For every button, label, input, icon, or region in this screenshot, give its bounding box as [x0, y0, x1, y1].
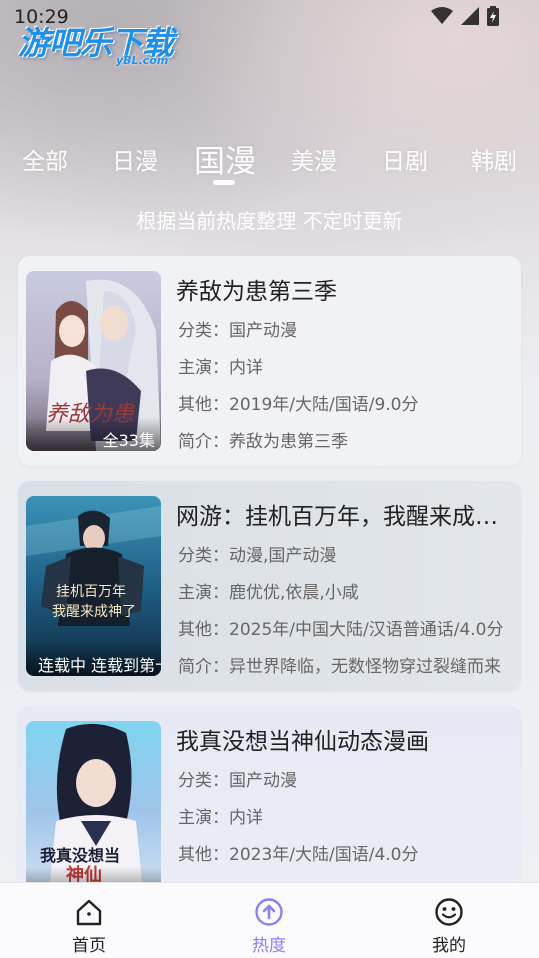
nav-home-label: 首页 — [72, 936, 106, 956]
logo-subtext: yBL.com — [116, 54, 169, 67]
card-intro: 简介：异世界降临，无数怪物穿过裂缝而来 — [178, 657, 501, 677]
card-category: 分类：国产动漫 — [178, 321, 297, 341]
smile-icon — [435, 898, 463, 926]
card-category: 分类：国产动漫 — [178, 771, 297, 791]
tab-all[interactable]: 全部 — [22, 142, 68, 176]
wifi-icon — [431, 7, 453, 24]
tab-korean-drama[interactable]: 韩剧 — [471, 142, 517, 176]
episode-badge: 全33集 — [26, 417, 161, 451]
signal-icon — [461, 7, 479, 25]
anime-card[interactable]: 养敌为患 全33集 养敌为患第三季 分类：国产动漫 主演：内详 其他：2019年… — [18, 256, 521, 466]
card-cast: 主演：内详 — [178, 358, 263, 378]
battery-icon — [487, 6, 499, 26]
card-other: 其他：2019年/大陆/国语/9.0分 — [178, 395, 419, 415]
page-subtitle: 根据当前热度整理 不定时更新 — [136, 209, 403, 233]
tab-american-anime[interactable]: 美漫 — [291, 142, 337, 176]
card-title: 我真没想当神仙动态漫画 — [176, 729, 429, 755]
svg-text:我醒来成神了: 我醒来成神了 — [52, 604, 136, 620]
card-cast: 主演：内详 — [178, 808, 263, 828]
card-title: 养敌为患第三季 — [176, 279, 337, 305]
home-icon — [76, 899, 102, 926]
card-other: 其他：2025年/中国大陆/汉语普通话/4.0分 — [178, 620, 504, 640]
card-other: 其他：2023年/大陆/国语/4.0分 — [178, 845, 419, 865]
card-title: 网游：挂机百万年，我醒来成神了 — [176, 504, 511, 530]
nav-hot-label: 热度 — [252, 936, 286, 956]
tab-chinese-anime[interactable]: 国漫 — [194, 136, 256, 181]
bottom-navigation: 首页 热度 我的 — [0, 882, 539, 958]
nav-mine[interactable]: 我的 — [409, 897, 489, 956]
poster-image: 挂机百万年 我醒来成神了 连载中 连载到第十集 — [26, 496, 161, 676]
category-tabs: 全部 日漫 国漫 美漫 日剧 韩剧 — [0, 132, 539, 192]
poster-image: 我真没想当 神仙 全102集 — [26, 721, 161, 901]
nav-mine-label: 我的 — [432, 936, 466, 956]
nav-home[interactable]: 首页 — [49, 897, 129, 956]
status-icons — [431, 6, 499, 26]
card-cast: 主演：鹿优优,依晨,小咸 — [178, 583, 359, 603]
anime-card[interactable]: 挂机百万年 我醒来成神了 连载中 连载到第十集 网游：挂机百万年，我醒来成神了 … — [18, 481, 521, 691]
svg-text:我真没想当: 我真没想当 — [40, 846, 120, 865]
tab-japanese-drama[interactable]: 日剧 — [382, 142, 428, 176]
nav-hot[interactable]: 热度 — [229, 897, 309, 956]
tab-japanese-anime[interactable]: 日漫 — [112, 142, 158, 176]
poster-image: 养敌为患 全33集 — [26, 271, 161, 451]
active-tab-indicator — [213, 180, 235, 185]
upload-circle-icon — [255, 898, 283, 926]
card-intro: 简介：养敌为患第三季 — [178, 432, 348, 452]
card-category: 分类：动漫,国产动漫 — [178, 546, 337, 566]
svg-text:挂机百万年: 挂机百万年 — [56, 584, 126, 600]
status-badge: 连载中 连载到第十集 — [26, 642, 161, 676]
app-logo: 游吧乐下载 yBL.com — [18, 18, 188, 68]
